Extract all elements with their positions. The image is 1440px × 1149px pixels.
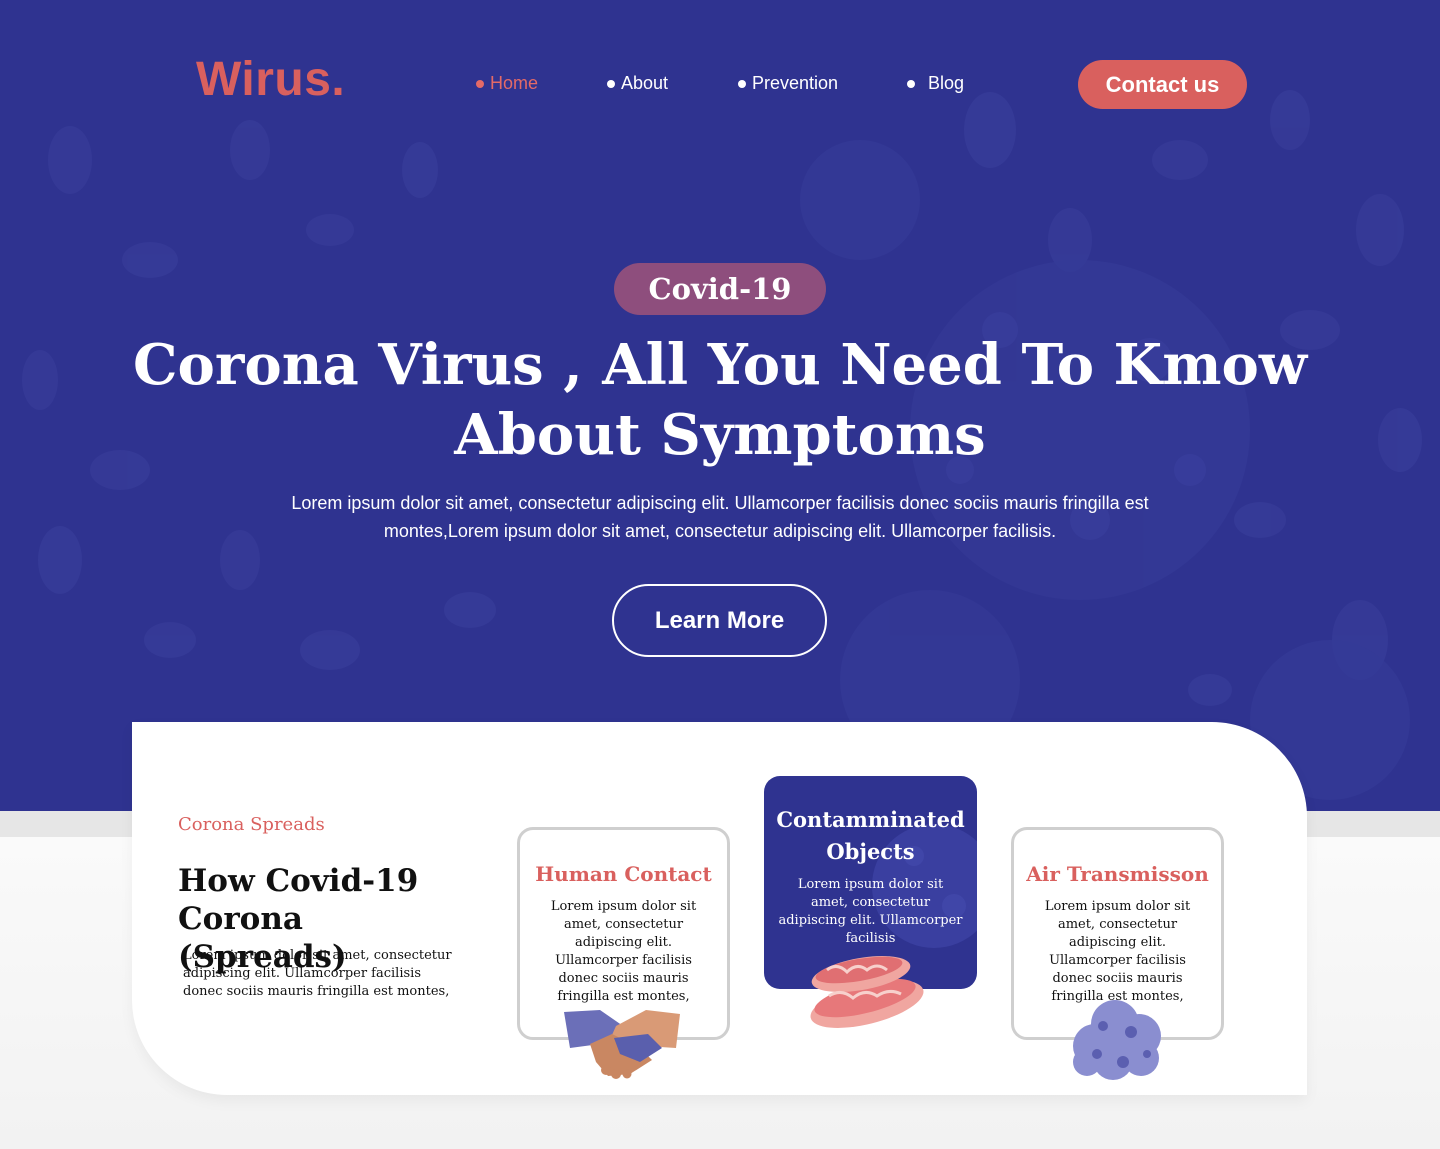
hero-title: Corona Virus , All You Need To Kmow Abou… xyxy=(120,330,1320,470)
nav-bullet-icon xyxy=(607,79,615,88)
learn-more-button[interactable]: Learn More xyxy=(612,584,827,657)
nav-bullet-icon xyxy=(738,79,746,88)
hero-section: Wirus. Home About Prevention Blog Contac… xyxy=(0,0,1440,811)
brand-logo[interactable]: Wirus. xyxy=(196,52,345,107)
card-text: Lorem ipsum dolor sit amet, consectetur … xyxy=(550,899,697,1004)
hero-title-line: Corona Virus , All You Need To Kmow xyxy=(132,332,1308,398)
card-title-line: Objects xyxy=(826,839,915,864)
section-eyebrow: Corona Spreads xyxy=(178,814,325,835)
nav-item-home[interactable]: Home xyxy=(476,73,538,94)
nav-item-prevention[interactable]: Prevention xyxy=(738,73,838,94)
nav-item-about[interactable]: About xyxy=(607,73,668,94)
card-title-line: Contamminated xyxy=(776,807,965,832)
nav-item-label: Prevention xyxy=(752,73,839,93)
section-description: Lorem ipsum dolor sit amet, consectetur … xyxy=(183,948,452,999)
card-text: Lorem ipsum dolor sit amet, consectetur … xyxy=(1044,899,1191,1004)
nav-item-blog[interactable]: Blog xyxy=(907,73,964,94)
covid-badge: Covid-19 xyxy=(614,263,826,315)
card-title: Contamminated Objects xyxy=(764,804,977,868)
contact-us-button[interactable]: Contact us xyxy=(1078,60,1247,109)
card-title: Human Contact xyxy=(535,862,712,886)
nav-bullet-icon xyxy=(476,79,484,88)
spreads-section: Corona Spreads How Covid-19 Corona (Spre… xyxy=(132,722,1307,1095)
virus-cloud-icon xyxy=(1073,1000,1161,1080)
hero-description: Lorem ipsum dolor sit amet, consectetur … xyxy=(291,493,1149,541)
handshake-icon xyxy=(564,1010,680,1079)
card-text: Lorem ipsum dolor sit amet, consectetur … xyxy=(778,877,963,946)
nav-item-label: About xyxy=(621,73,669,93)
nav-item-label: Home xyxy=(490,73,539,93)
card-title: Air Transmisson xyxy=(1026,862,1209,886)
nav-item-label: Blog xyxy=(928,73,965,93)
hero-title-line: About Symptoms xyxy=(454,402,986,468)
contaminated-objects-icon xyxy=(810,956,924,1028)
nav-bullet-icon xyxy=(907,79,915,88)
section-title-line: How Covid-19 xyxy=(178,863,419,899)
